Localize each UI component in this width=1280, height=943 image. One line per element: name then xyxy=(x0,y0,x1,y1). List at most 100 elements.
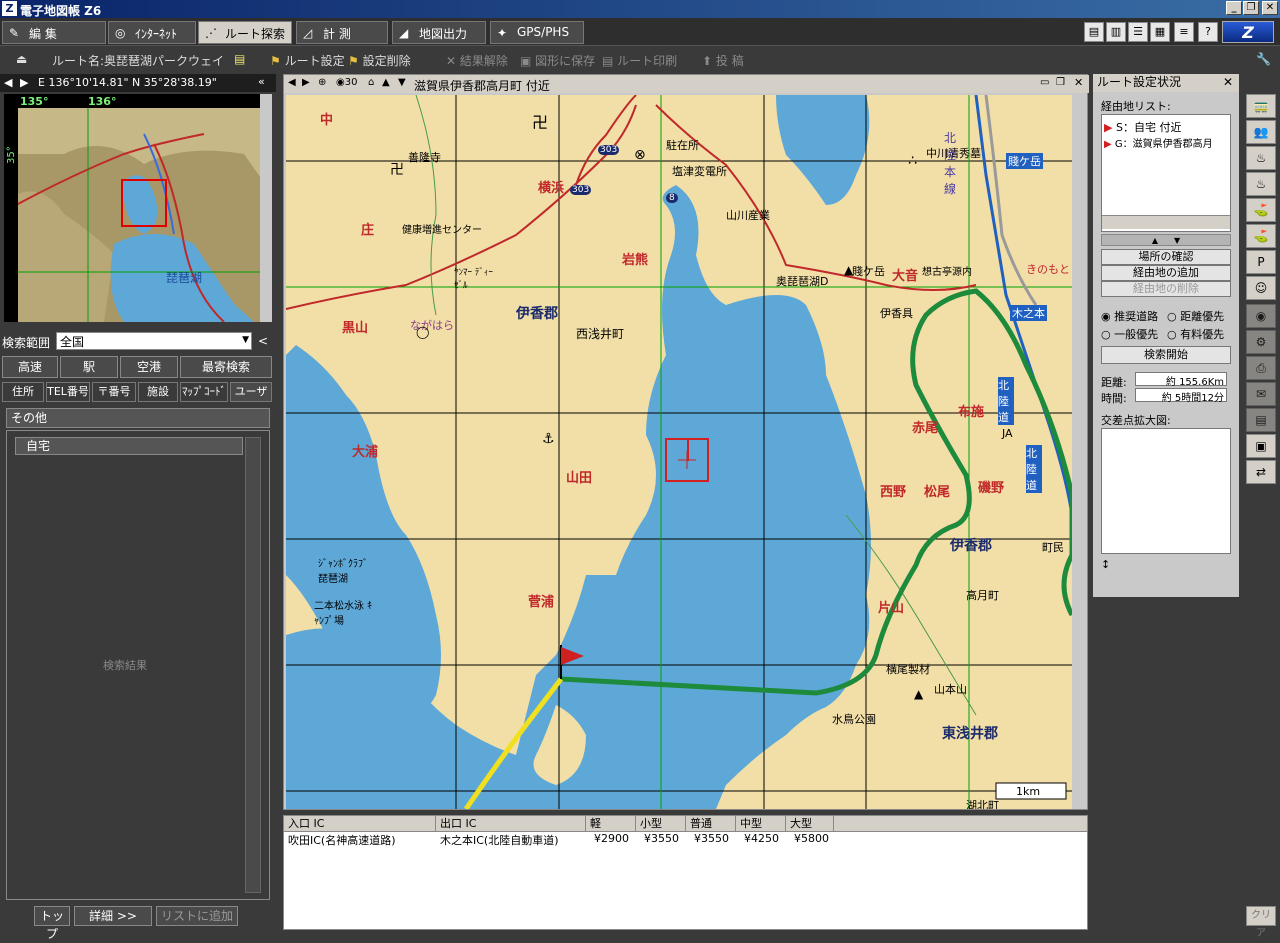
highway-button[interactable]: 高速 xyxy=(2,356,58,378)
printer-icon[interactable]: ⎙ xyxy=(1246,356,1276,380)
map-close-icon[interactable]: ✕ xyxy=(1074,76,1083,89)
parking-search-icon[interactable]: P xyxy=(1246,250,1276,274)
add-waypoint-button[interactable]: 経由地の追加 xyxy=(1101,265,1231,281)
intersection-view xyxy=(1101,428,1231,554)
place-label: ﾔﾝﾏｰ ﾃﾞｨｰｾﾞﾙ xyxy=(454,268,493,291)
collapse-arrow-icon[interactable]: < xyxy=(258,334,268,348)
eject-icon[interactable]: ⏏ xyxy=(16,52,27,66)
tab-map-output[interactable]: ◢ 地図出力 xyxy=(392,21,486,44)
camera-icon[interactable]: ◉ xyxy=(1246,304,1276,328)
search-tab-facility[interactable]: 施設 xyxy=(138,382,178,402)
mail-icon[interactable]: ✉ xyxy=(1246,382,1276,406)
confirm-location-button[interactable]: 場所の確認 xyxy=(1101,249,1231,265)
restore-button[interactable]: ❐ xyxy=(1243,1,1259,15)
clear-result-button[interactable]: ✕ 結果解除 xyxy=(446,52,508,69)
tab-edit[interactable]: ✎ 編 集 xyxy=(2,21,106,44)
add-to-list-button[interactable]: リストに追加 xyxy=(156,906,238,926)
details-button[interactable]: 詳細 >> xyxy=(74,906,152,926)
golf-search-icon[interactable]: ⛳ xyxy=(1246,224,1276,248)
map-scrollbar[interactable] xyxy=(1072,95,1087,809)
list-item[interactable]: 自宅 xyxy=(15,437,243,455)
option-recommended[interactable]: ◉ 推奨道路 xyxy=(1101,308,1158,324)
minimize-button[interactable]: _ xyxy=(1226,1,1242,15)
option-general[interactable]: ○ 一般優先 xyxy=(1101,326,1158,342)
submit-button[interactable]: ⬆ 投 稿 xyxy=(702,52,744,69)
start-search-button[interactable]: 検索開始 xyxy=(1101,346,1231,364)
collapse-icon[interactable]: « xyxy=(258,75,265,88)
split-view-icon[interactable]: ☰ xyxy=(1128,22,1148,42)
delete-waypoint-button[interactable]: 経由地の削除 xyxy=(1101,281,1231,297)
table-cell: ¥5800 xyxy=(794,832,829,845)
leisure-search-icon[interactable]: ⛳ xyxy=(1246,198,1276,222)
move-buttons[interactable]: ▲ ▼ xyxy=(1101,234,1231,246)
window-restore-icon[interactable]: ❐ xyxy=(1056,77,1065,88)
train-search-icon[interactable]: 🚃 xyxy=(1246,94,1276,118)
waypoint-list[interactable]: ▶ S：自宅 付近 ▶ G：滋賀県伊香郡高月 xyxy=(1101,114,1231,232)
restaurant-search-icon[interactable]: ♨ xyxy=(1246,146,1276,170)
prev-icon[interactable]: ◀ xyxy=(4,76,12,89)
results-list[interactable]: 自宅 検索結果 xyxy=(6,430,270,900)
panel-close-icon[interactable]: ✕ xyxy=(1223,74,1233,91)
search-tab-user[interactable]: ユーザー xyxy=(230,382,272,416)
page-icon[interactable]: ▥ xyxy=(1106,22,1126,42)
view-3d-button[interactable]: ◉30 xyxy=(336,77,357,88)
up-icon[interactable]: ▲ xyxy=(382,77,390,88)
results-scrollbar[interactable] xyxy=(245,437,261,893)
wrench-icon[interactable]: 🔧 xyxy=(1256,52,1271,66)
memo-icon[interactable]: ▤ xyxy=(234,52,245,66)
search-range-select[interactable]: 全国 ▼ xyxy=(56,332,252,350)
col-small[interactable]: 小型 xyxy=(636,816,686,832)
print-route-button[interactable]: ▤ ルート印刷 xyxy=(602,52,677,69)
document-icon[interactable]: ▤ xyxy=(1084,22,1104,42)
col-medium[interactable]: 中型 xyxy=(736,816,786,832)
tab-internet[interactable]: ◎ ｲﾝﾀｰﾈｯﾄ xyxy=(108,21,196,44)
waypoint-hscroll[interactable] xyxy=(1102,215,1230,229)
col-large[interactable]: 大型 xyxy=(786,816,834,832)
group-search-icon[interactable]: ☺ xyxy=(1246,276,1276,300)
delete-settings-button[interactable]: ⚑ 設定削除 xyxy=(348,52,411,69)
col-exit-ic[interactable]: 出口 IC xyxy=(436,816,586,832)
overview-map[interactable]: 135° 136° 35° 琵琶湖 xyxy=(4,94,272,322)
search-tab-mapcode[interactable]: ﾏｯﾌﾟｺｰﾄﾞ xyxy=(180,382,228,402)
search-tab-postal[interactable]: 〒番号 xyxy=(92,382,136,402)
station-button[interactable]: 駅 xyxy=(60,356,118,378)
menu-icon[interactable]: ≡ xyxy=(1174,22,1194,42)
search-tab-address[interactable]: 住所 xyxy=(2,382,44,402)
onsen-search-icon[interactable]: ♨ xyxy=(1246,172,1276,196)
window-list-icon[interactable]: ▦ xyxy=(1150,22,1170,42)
next-icon[interactable]: ▶ xyxy=(20,76,28,89)
people-search-icon[interactable]: 👥 xyxy=(1246,120,1276,144)
option-toll[interactable]: ○ 有料優先 xyxy=(1167,326,1224,342)
waypoint-item-goal[interactable]: ▶ G：滋賀県伊香郡高月 xyxy=(1104,135,1230,150)
tab-measure[interactable]: ◿ 計 測 xyxy=(296,21,388,44)
tab-gps-phs[interactable]: ✦ GPS/PHS xyxy=(490,21,584,44)
waypoint-item-start[interactable]: ▶ S：自宅 付近 xyxy=(1104,119,1181,135)
zoom-icon[interactable]: ⊕ xyxy=(318,77,326,88)
place-label: 想古亭源内 xyxy=(922,267,972,278)
option-distance[interactable]: ○ 距離優先 xyxy=(1167,308,1224,324)
down-icon[interactable]: ▼ xyxy=(398,77,406,88)
col-kei[interactable]: 軽 xyxy=(586,816,636,832)
airport-button[interactable]: 空港 xyxy=(120,356,178,378)
clear-button[interactable]: クリア xyxy=(1246,906,1276,939)
top-button[interactable]: トップ xyxy=(34,906,70,941)
route-nav-icon[interactable]: ↕ xyxy=(1101,558,1110,571)
col-normal[interactable]: 普通 xyxy=(686,816,736,832)
export-icon[interactable]: ⇄ xyxy=(1246,460,1276,484)
window-min-icon[interactable]: ▭ xyxy=(1040,77,1049,88)
nearest-search-button[interactable]: 最寄検索 xyxy=(180,356,272,378)
help-icon[interactable]: ? xyxy=(1198,22,1218,42)
gear-icon[interactable]: ⚙ xyxy=(1246,330,1276,354)
save-shape-button[interactable]: ▣ 図形に保存 xyxy=(520,52,595,69)
col-entry-ic[interactable]: 入口 IC xyxy=(284,816,436,832)
save-icon[interactable]: ▣ xyxy=(1246,434,1276,458)
forward-icon[interactable]: ▶ xyxy=(302,77,310,88)
home-icon[interactable]: ⌂ xyxy=(368,77,374,88)
clipboard-icon[interactable]: ▤ xyxy=(1246,408,1276,432)
search-tab-phone[interactable]: TEL番号 xyxy=(46,382,90,402)
tab-route-search[interactable]: ⋰ ルート探索 xyxy=(198,21,292,44)
back-icon[interactable]: ◀ xyxy=(288,77,296,88)
route-settings-button[interactable]: ⚑ ルート設定 xyxy=(270,52,345,69)
map-view[interactable]: 1km 横浜 庄 岩熊 黒山 大浦 山田 菅浦 赤尾 布施 西野 松尾 磯野 片… xyxy=(286,95,1072,809)
close-button[interactable]: ✕ xyxy=(1262,1,1278,15)
